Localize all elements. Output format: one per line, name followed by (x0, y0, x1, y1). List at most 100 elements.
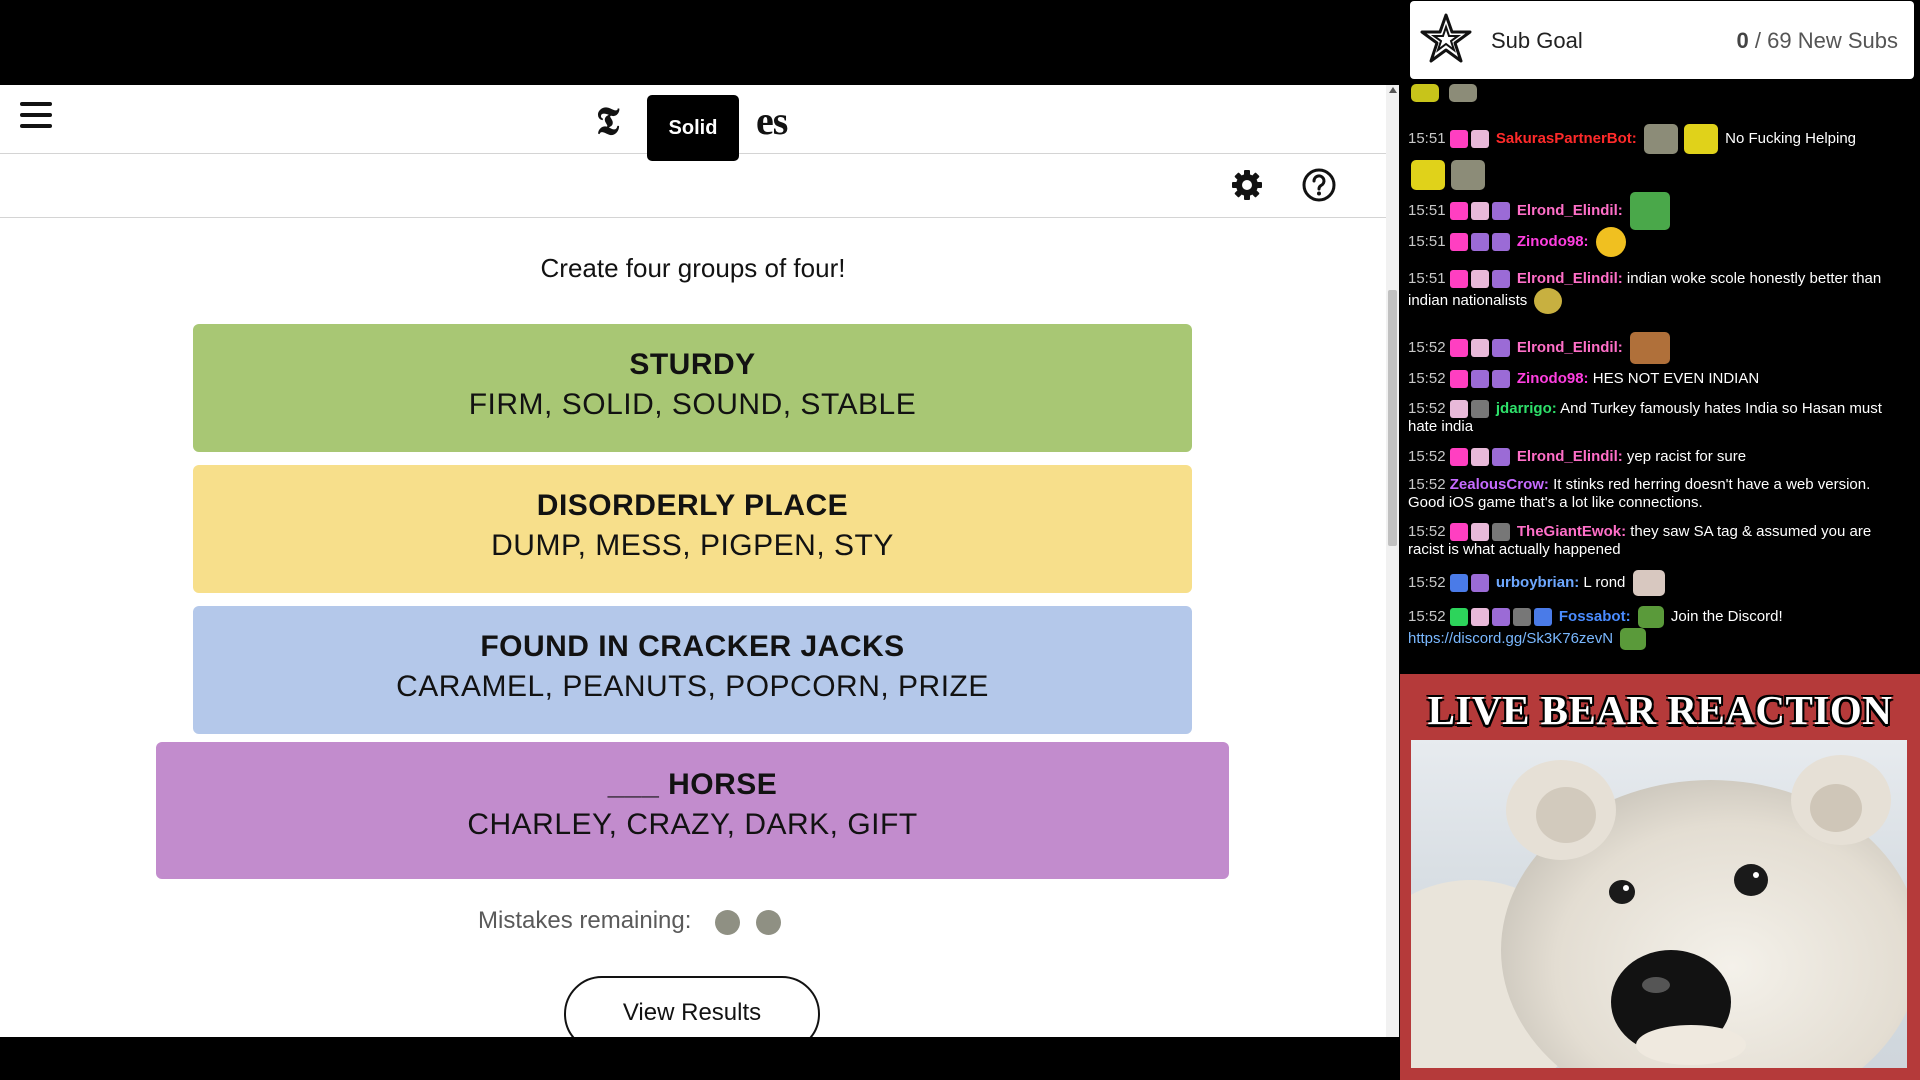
emote-icon (1683, 124, 1718, 154)
bear-badge-icon (1449, 574, 1468, 592)
bear-badge-icon (1470, 339, 1489, 357)
bear-badge-icon (1470, 523, 1489, 542)
chat-message: 15:51 SakurasPartnerBot: No Fucking Help… (1408, 124, 1908, 190)
gear-badge-icon (1512, 608, 1531, 626)
bits-badge-icon (1491, 233, 1510, 251)
group-words: FIRM, SOLID, SOUND, STABLE (468, 388, 917, 421)
chat-username[interactable]: Zinodo98: (1517, 370, 1589, 387)
polar-bear-image (1411, 740, 1907, 1068)
page-scrollbar[interactable] (1386, 85, 1399, 1037)
emote-icon (1534, 288, 1563, 315)
vip-badge-icon (1470, 400, 1489, 419)
scrollbar-thumb[interactable] (1388, 290, 1397, 546)
sub-badge-icon (1449, 370, 1468, 389)
discord-link[interactable]: https://discord.gg/Sk3K76zevN (1408, 630, 1613, 647)
stream-chat: 15:51 SakurasPartnerBot: No Fucking Help… (1400, 82, 1920, 672)
face-emote-icon (1629, 332, 1670, 364)
emote-icon (1449, 84, 1478, 103)
message-time: 15:52 (1408, 338, 1446, 356)
message-text-cont: racist is what actually happened (1408, 541, 1621, 559)
message-time: 15:52 (1408, 400, 1446, 417)
nyt-t-logo-icon: 𝕿 (596, 101, 619, 143)
message-text: And Turkey famously hates India so Hasan… (1560, 400, 1882, 417)
sub-badge-icon (1449, 270, 1468, 289)
sub-badge-icon (1449, 339, 1468, 357)
sub-badge-icon (1449, 233, 1468, 251)
top-bar: 𝕿 es Solid (0, 85, 1386, 161)
chat-username[interactable]: Zinodo98: (1517, 233, 1589, 250)
message-text: No Fucking Helping (1725, 129, 1857, 147)
view-results-button[interactable]: View Results (564, 976, 820, 1037)
message-text: indian woke scole honestly better than (1626, 270, 1882, 287)
sub-goal-label: Sub Goal (1491, 28, 1583, 53)
bear-badge-icon (1449, 400, 1468, 419)
dino-emote-icon (1637, 606, 1664, 628)
settings-gear-icon[interactable] (1229, 167, 1265, 203)
message-time: 15:52 (1408, 448, 1446, 465)
emote-row-remnant (1408, 84, 1480, 103)
hamburger-menu-icon[interactable] (20, 102, 52, 132)
chat-username[interactable]: Elrond_Elindil: (1517, 339, 1623, 356)
mod-sword-badge-icon (1449, 608, 1468, 626)
group-category: FOUND IN CRACKER JACKS (480, 630, 905, 663)
chat-username[interactable]: TheGiantEwok: (1517, 523, 1626, 540)
hype-badge-icon (1491, 523, 1510, 542)
chat-username[interactable]: ZealousCrow: (1450, 476, 1549, 493)
mistake-dot (715, 910, 740, 935)
mistake-dot (756, 910, 781, 935)
mistakes-remaining-label: Mistakes remaining: (478, 907, 692, 934)
message-text: Join the Discord! (1670, 607, 1783, 625)
bear-badge-icon (1470, 130, 1489, 148)
emote-icon (1411, 160, 1445, 190)
toolbar (0, 154, 1386, 218)
chat-message: 15:52 Zinodo98: HES NOT EVEN INDIAN (1408, 370, 1908, 389)
message-text: It stinks red herring doesn't have a web… (1553, 476, 1871, 493)
sub-goal-widget: Sub Goal 0 / 69 New Subs (1410, 1, 1914, 79)
message-time: 15:51 (1408, 270, 1446, 287)
tooltip-popup: Solid (647, 95, 739, 161)
chat-username[interactable]: Elrond_Elindil: (1517, 202, 1623, 219)
chat-message: 15:52 ZealousCrow: It stinks red herring… (1408, 476, 1908, 512)
polar-bear-illustration (1411, 755, 1907, 1068)
verified-badge-icon (1491, 608, 1510, 626)
message-time: 15:51 (1408, 201, 1446, 219)
bear-badge-icon (1470, 202, 1489, 220)
sub-badge-icon (1449, 523, 1468, 542)
chat-username[interactable]: Fossabot: (1559, 608, 1631, 625)
sub-goal-total: / 69 New Subs (1754, 28, 1898, 53)
chat-message: 15:52 urboybrian: L rond (1408, 570, 1908, 596)
live-bear-reaction-panel: LIVE BEAR REACTION (1400, 674, 1920, 1080)
chat-username[interactable]: SakurasPartnerBot: (1496, 130, 1637, 147)
bear-panel-title: LIVE BEAR REACTION (1427, 687, 1893, 733)
solved-group-horse: ___ HORSE CHARLEY, CRAZY, DARK, GIFT (156, 742, 1229, 879)
sub-goal-current: 0 (1736, 28, 1749, 53)
bits-badge-icon (1491, 448, 1510, 467)
chat-username[interactable]: Elrond_Elindil: (1517, 270, 1623, 287)
chat-username[interactable]: Elrond_Elindil: (1517, 448, 1623, 465)
solved-group-sturdy: STURDY FIRM, SOLID, SOUND, STABLE (193, 324, 1192, 452)
message-text: HES NOT EVEN INDIAN (1592, 370, 1760, 387)
message-time: 15:51 (1408, 129, 1446, 147)
chat-message: 15:51 Elrond_Elindil: (1408, 192, 1908, 230)
help-question-icon[interactable] (1301, 167, 1337, 203)
scroll-up-arrow-icon[interactable] (1389, 87, 1397, 93)
chat-message: 15:52 Elrond_Elindil: (1408, 332, 1908, 364)
group-category: ___ HORSE (607, 768, 778, 801)
message-time: 15:52 (1408, 523, 1446, 540)
months-badge-icon (1470, 233, 1489, 251)
message-time: 15:51 (1408, 232, 1446, 250)
chat-username[interactable]: urboybrian: (1496, 574, 1579, 591)
pepe-emote-icon (1629, 192, 1670, 230)
star-icon (1420, 13, 1472, 63)
message-text-cont: Good iOS game that's a lot like connecti… (1408, 494, 1703, 511)
sub-badge-icon (1449, 202, 1468, 220)
chat-username[interactable]: jdarrigo: (1496, 400, 1557, 417)
emote-icon (1451, 160, 1485, 190)
connections-game-pane: 𝕿 es Solid Create four groups of four! S… (0, 85, 1399, 1037)
group-category: DISORDERLY PLACE (536, 489, 849, 522)
logo-text-tail: es (756, 98, 788, 143)
message-text: yep racist for sure (1626, 448, 1747, 465)
message-text-cont: hate india (1408, 418, 1474, 436)
nyt-games-logo[interactable]: 𝕿 es (596, 97, 788, 144)
bits-badge-icon (1491, 270, 1510, 289)
